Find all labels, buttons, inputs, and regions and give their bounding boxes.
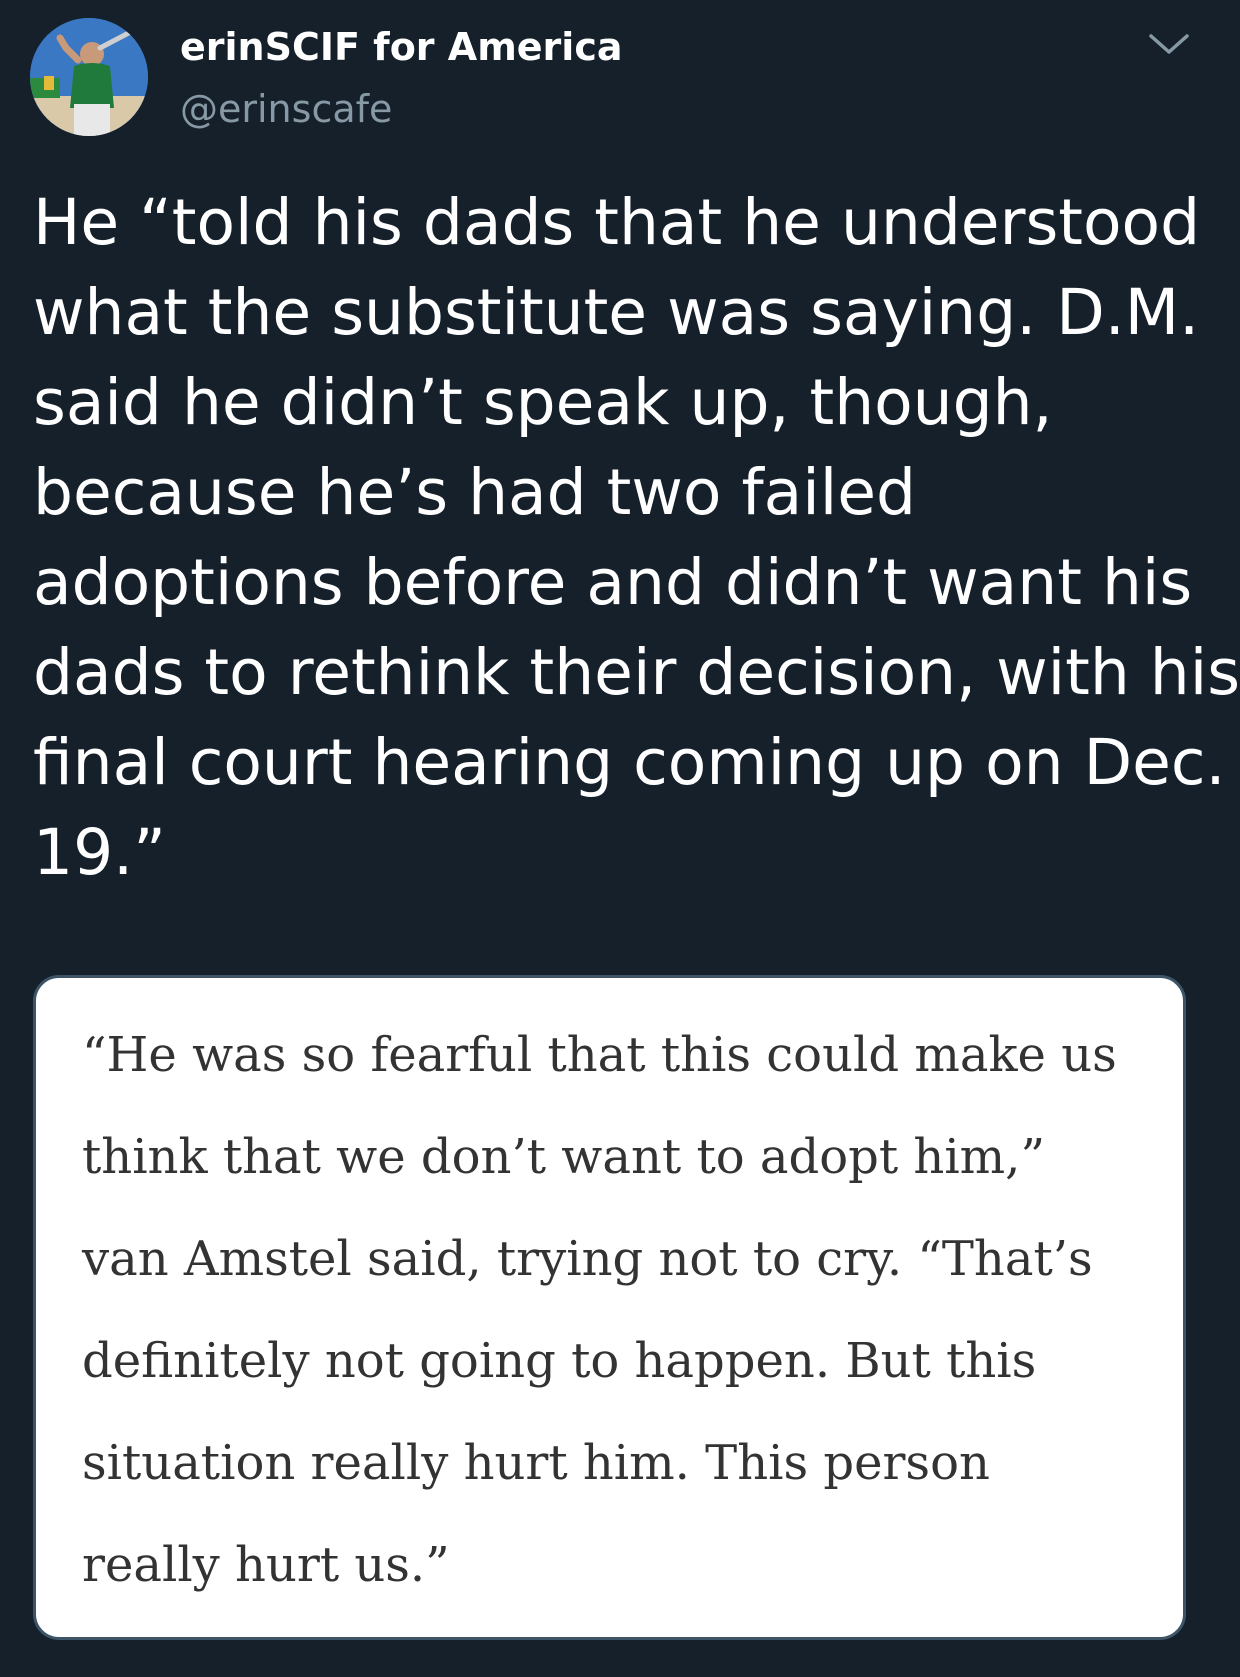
avatar[interactable] — [30, 18, 148, 136]
quote-text-line: definitely not going to happen. But this — [82, 1333, 1037, 1389]
chevron-down-icon — [1149, 34, 1189, 54]
author-display-name[interactable]: erinSCIF for America — [180, 25, 623, 69]
quote-text-line: think that we don’t want to adopt him,” — [82, 1129, 1045, 1185]
quote-text-line: situation really hurt him. This person — [82, 1435, 990, 1491]
tweet-text-line: adoptions before and didn’t want his — [33, 546, 1193, 619]
tweet-text-line: because he’s had two failed — [33, 456, 916, 529]
tweet-text-line: final court hearing coming up on Dec. — [33, 726, 1226, 799]
attached-quote-image[interactable]: “He was so fearful that this could make … — [33, 975, 1186, 1640]
tweet-menu-button[interactable] — [1147, 30, 1191, 60]
tweet-text-line: 19.” — [33, 816, 166, 889]
tweet: erinSCIF for America @erinscafe He “told… — [0, 0, 1240, 1677]
quote-text-line: really hurt us.” — [82, 1537, 450, 1593]
tweet-text-line: said he didn’t speak up, though, — [33, 366, 1053, 439]
author-handle[interactable]: @erinscafe — [180, 87, 392, 131]
quote-text: “He was so fearful that this could make … — [82, 1004, 1162, 1616]
tweet-text-line: what the substitute was saying. D.M. — [33, 276, 1200, 349]
tweet-text-line: dads to rethink their decision, with his — [33, 636, 1240, 709]
quote-text-line: van Amstel said, trying not to cry. “Tha… — [82, 1231, 1093, 1287]
avatar-image — [30, 18, 148, 136]
tweet-text-line: He “told his dads that he understood — [33, 186, 1201, 259]
tweet-text: He “told his dads that he understood wha… — [33, 178, 1240, 898]
quote-text-line: “He was so fearful that this could make … — [82, 1027, 1117, 1083]
